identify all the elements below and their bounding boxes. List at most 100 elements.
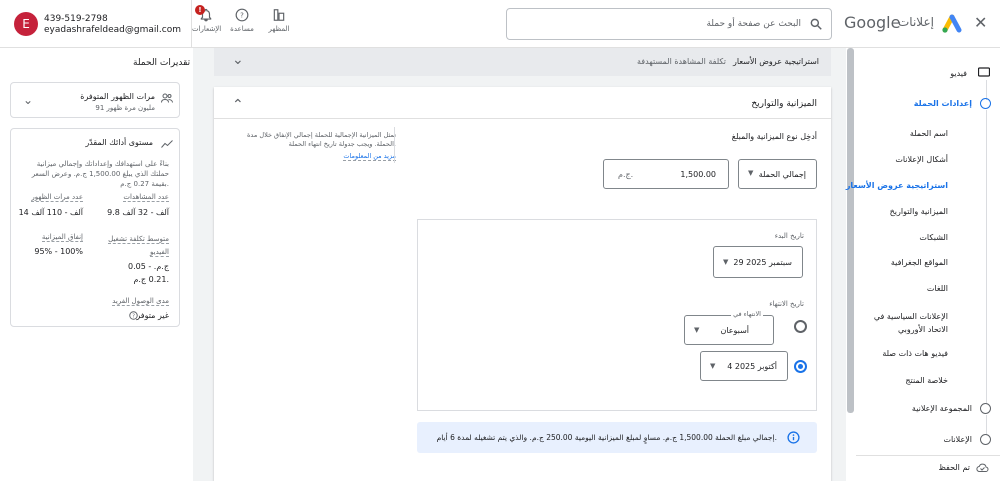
dropdown-arrow-icon: ▼ [710,362,716,370]
help-icon: ? [235,8,249,22]
dropdown-arrow-icon: ▼ [694,326,700,334]
reach-label: مدى الوصول الفريد [112,297,169,306]
spend-value: 95% - 100% [34,247,83,256]
appearance-icon [273,9,285,21]
end-date-value: 4 أكتوبر 2025 [727,362,777,371]
reach-value: غير متوفر [136,311,169,320]
strategy-value: تكلفة المشاهدة المستهدفة [636,57,726,66]
nav-item-product-feed[interactable]: خلاصة المنتج [905,376,948,385]
chevron-up-icon[interactable]: ⌃ [232,97,244,113]
section-divider [214,118,831,119]
nav-line [986,415,987,435]
svg-text:?: ? [240,11,244,19]
close-icon[interactable]: ✕ [974,13,987,32]
svg-text:?: ? [132,313,135,319]
views-value: 9.8 آلف - 32 آلف [107,208,169,217]
end-in-select[interactable]: الانتهاء في أسبوعان ▼ [684,310,774,345]
end-in-radio[interactable] [794,320,807,333]
info-icon [787,431,800,444]
nav-item-related-videos[interactable]: فيديو هات ذات صلة [882,349,948,358]
account-avatar[interactable]: E [14,12,38,36]
nav-campaign-settings[interactable]: إعدادات الحملة [914,99,972,108]
impressions-est-label: عدد مرات الظهور [31,193,83,202]
help-button[interactable]: ? مساعدة [228,8,256,33]
budget-help-text: تمثل الميزانية الإجمالية للحملة إجمالي ا… [247,131,396,148]
end-date-select[interactable]: 4 أكتوبر 2025 ▼ [700,351,788,381]
impressions-est-value: 14 آلف - 110 آلف [18,208,83,217]
start-date-select[interactable]: 29 سبتمبر 2025 ▼ [713,246,803,278]
appearance-button[interactable]: المظهر [265,8,293,33]
learn-more-link[interactable]: مزيد من المعلومات [238,152,396,161]
impressions-label: مرات الظهور المتوفرة [80,92,155,101]
nav-step-circle [980,403,991,414]
notifications-badge: ! [195,5,205,15]
nav-item-languages[interactable]: اللغات [927,284,948,293]
search-input[interactable]: البحث عن صفحة أو حملة [506,8,832,40]
budget-amount-input[interactable]: 1,500.00 ج.م. [603,159,729,189]
nav-item-bidding[interactable]: استراتيجية عروض الأسعار [846,181,948,190]
views-label: عدد المشاهدات [123,193,169,202]
appearance-label: المظهر [268,25,290,33]
chevron-down-icon[interactable]: ⌄ [23,93,33,107]
nav-line [986,80,987,100]
budget-type-label: أدخِل نوع الميزانية والمبلغ [731,132,817,141]
budget-section: ⌃ الميزانية والتواريخ أدخِل نوع الميزاني… [214,87,831,481]
dropdown-arrow-icon: ▼ [723,258,729,266]
chevron-down-icon[interactable]: ⌄ [232,52,244,68]
dropdown-arrow-icon: ▼ [748,169,754,177]
google-logo-text: Google [844,13,901,32]
nav-ad-group[interactable]: المجموعة الإعلانية [912,404,972,413]
estimates-title: تقديرات الحملة [133,58,191,68]
ads-product-name: إعلانات [898,15,934,29]
impressions-sub: 91 مليون مرة ظهور [95,104,155,112]
nav-item-eu-political[interactable]: الإعلانات السياسية في الاتحاد الأوروبي [853,310,948,336]
account-email: eyadashrafeldead@gmail.com [44,25,181,35]
spend-label: إنفاق الميزانية [41,233,83,242]
end-in-label: الانتهاء في [731,310,763,318]
budget-title: الميزانية والتواريخ [751,99,817,109]
nav-step-circle [980,98,991,109]
performance-title: مستوى أدائك المقدّر [85,138,153,147]
end-in-value: أسبوعان [720,326,749,335]
nav-ads[interactable]: الإعلانات [943,435,972,444]
start-date-label: تاريخ البدء [774,232,804,240]
google-ads-logo-icon [942,14,962,33]
performance-desc: بناءً على استهدافك وإعداداتك وإجمالي ميز… [31,160,169,188]
trend-icon [161,140,173,148]
strategy-title: استراتيجية عروض الأسعار [733,57,819,66]
nav-item-ad-formats[interactable]: أشكال الإعلانات [895,155,948,164]
cpv-label: متوسط تكلفة تشغيل الفيديو [108,235,169,257]
info-banner: إجمالي مبلغ الحملة 1,500.00 ج.م. مساوٍ ل… [417,422,817,453]
top-bar: E 439-519-2798 eyadashrafeldead@gmail.co… [0,0,1000,48]
scrollbar[interactable] [847,48,854,413]
end-date-label: تاريخ الانتهاء [769,300,804,308]
nav-item-networks[interactable]: الشبكات [919,233,948,242]
currency-label: ج.م. [618,170,634,179]
start-date-value: 29 سبتمبر 2025 [733,258,792,267]
draft-status-bar: تم الحفظ [856,455,1000,481]
help-label: مساعدة [230,25,254,33]
nav-item-locations[interactable]: المواقع الجغرافية [891,258,948,267]
draft-status: تم الحفظ [938,463,970,472]
nav-item-budget[interactable]: الميزانية والتواريخ [890,207,948,216]
people-icon [161,93,173,103]
nav-line [986,110,987,403]
video-icon [978,67,990,77]
impressions-card[interactable]: ⌄ مرات الظهور المتوفرة 91 مليون مرة ظهور [10,82,180,118]
budget-type-select[interactable]: إجمالي الحملة ▼ [738,159,817,189]
nav-item-campaign-name[interactable]: اسم الحملة [910,129,948,138]
account-phone: 439-519-2798 [44,14,108,24]
help-circle-icon[interactable]: ? [129,311,138,320]
nav-video[interactable]: فيديو [950,69,967,78]
search-placeholder: البحث عن صفحة أو حملة [706,19,801,29]
search-icon [810,18,822,30]
strategy-section[interactable]: ⌄ تكلفة المشاهدة المستهدفة استراتيجية عر… [214,48,831,76]
cloud-check-icon [976,463,989,472]
help-divider [394,127,395,163]
cpv-value: 0.05 ج.م. - 0.21 ج.م. [128,262,169,284]
end-date-radio[interactable] [794,360,807,373]
info-text: إجمالي مبلغ الحملة 1,500.00 ج.م. مساوٍ ل… [436,433,777,442]
budget-type-value: إجمالي الحملة [758,170,806,179]
notifications-label: الإشعارات [192,25,222,33]
performance-card: مستوى أدائك المقدّر بناءً على استهدافك و… [10,128,180,327]
